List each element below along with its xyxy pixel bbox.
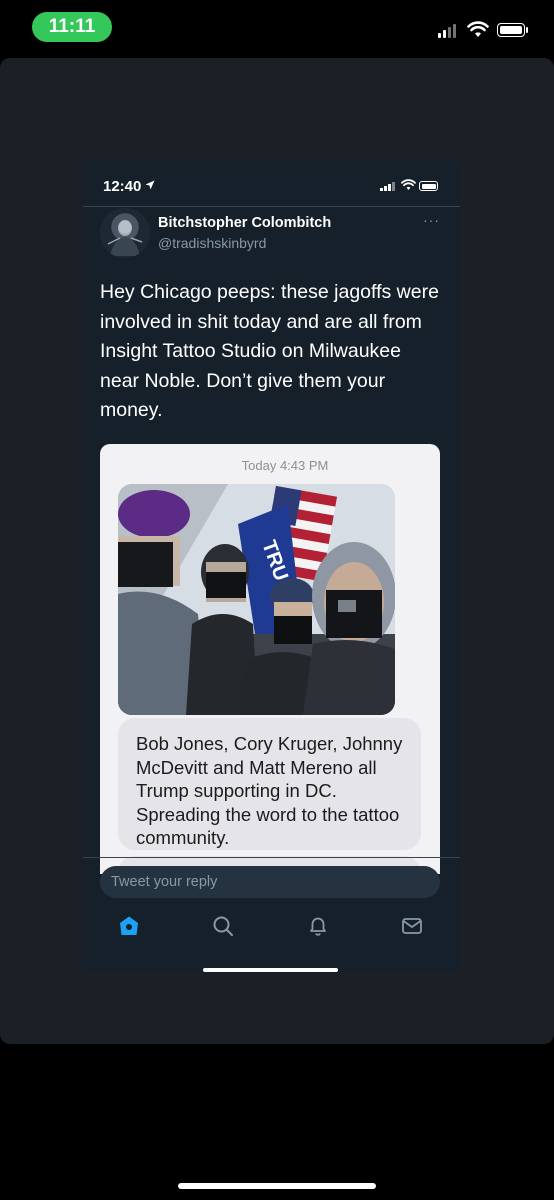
battery-tip <box>526 27 528 33</box>
inner-wifi-icon <box>401 179 416 190</box>
divider <box>83 206 460 207</box>
display-name[interactable]: Bitchstopher Colombitch <box>158 215 331 231</box>
tab-search[interactable] <box>211 914 235 938</box>
home-icon <box>120 916 138 935</box>
battery-icon <box>497 23 525 37</box>
wifi-icon <box>467 21 489 37</box>
bell-icon <box>310 917 326 936</box>
divider <box>83 857 460 858</box>
location-arrow-icon <box>145 180 155 190</box>
search-icon <box>213 916 233 936</box>
tab-home[interactable] <box>117 914 141 938</box>
inner-status-bar: 12:40 <box>83 162 460 206</box>
tweet-text: Hey Chicago peeps: these jagoffs were in… <box>100 281 439 421</box>
message-bubble: Bob Jones, Cory Kruger, Johnny McDevitt … <box>118 718 421 850</box>
inner-status-time: 12:40 <box>103 178 142 195</box>
outer-home-indicator <box>178 1183 376 1189</box>
attached-photo[interactable]: TRU <box>118 484 395 715</box>
inner-signal-icon <box>380 182 395 191</box>
message-text: Bob Jones, Cory Kruger, Johnny McDevitt … <box>136 733 403 848</box>
tweet-media[interactable]: Today 4:43 PM TRU Bob Jones, Cory Kruger… <box>100 444 440 874</box>
avatar-image <box>107 220 143 256</box>
photo-illustration: TRU <box>118 484 395 715</box>
handle[interactable]: @tradishskinbyrd <box>158 235 266 251</box>
tweet-screen: 12:40 Bitchstopher Colombitch @tradishsk… <box>83 162 460 972</box>
status-time: 11:11 <box>32 12 112 42</box>
more-options-icon[interactable]: ··· <box>423 212 440 228</box>
inner-battery-icon <box>419 181 438 191</box>
tab-messages[interactable] <box>400 914 424 938</box>
status-bar: 11:11 <box>0 0 554 58</box>
avatar[interactable] <box>100 208 150 258</box>
reply-placeholder: Tweet your reply <box>111 874 218 890</box>
tab-notifications[interactable] <box>306 914 330 938</box>
mail-icon <box>402 918 422 934</box>
tab-bar <box>83 914 460 944</box>
home-indicator <box>203 968 338 972</box>
signal-icon <box>438 24 456 38</box>
message-timestamp: Today 4:43 PM <box>241 458 329 473</box>
reply-input[interactable]: Tweet your reply <box>100 866 440 898</box>
